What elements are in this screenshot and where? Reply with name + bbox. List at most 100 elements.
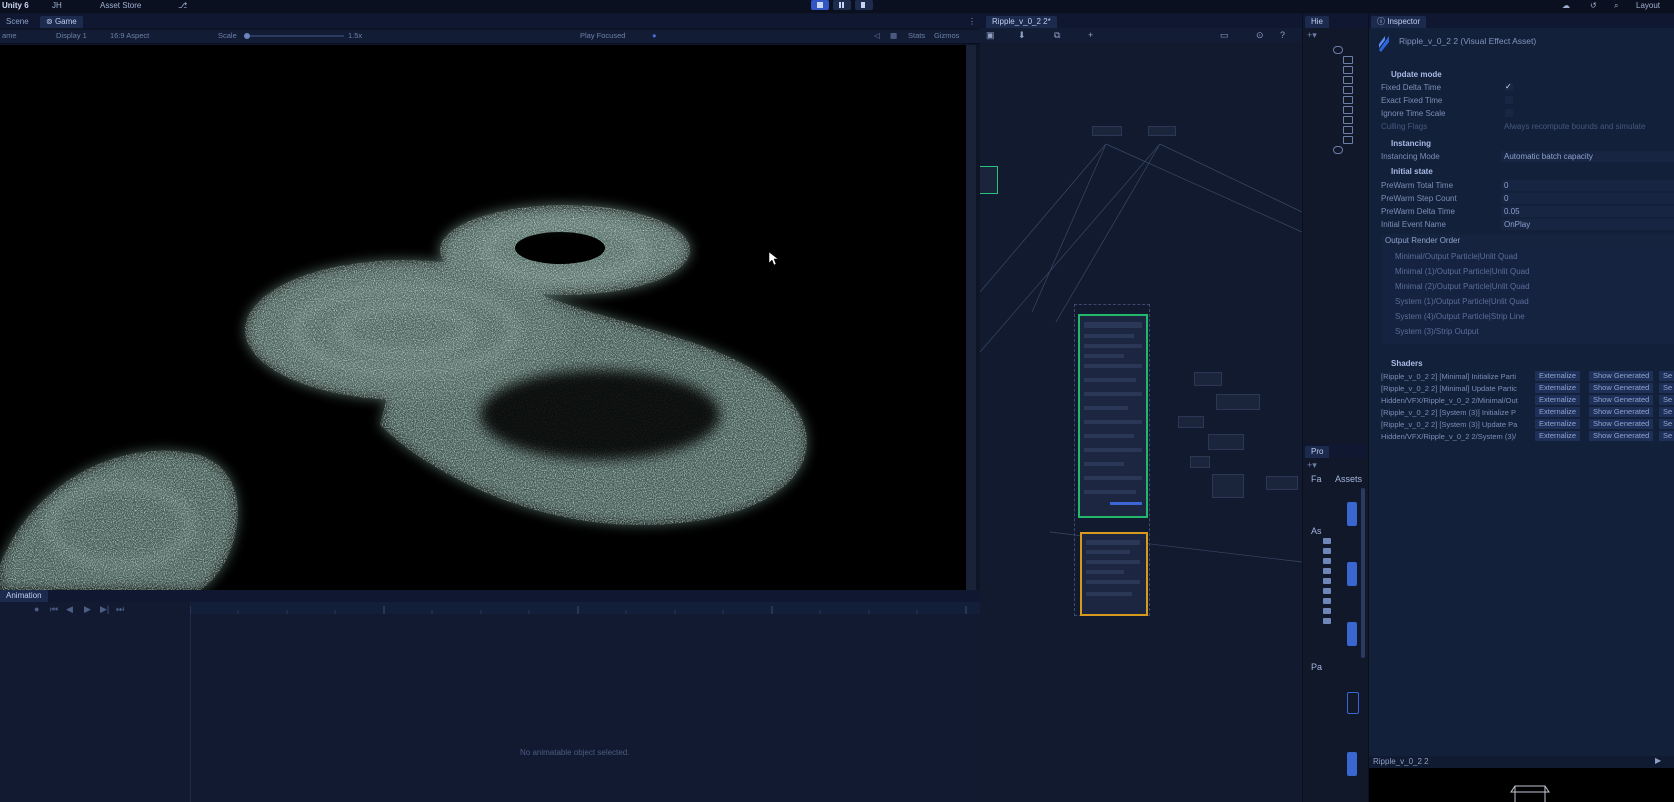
prev-key-button[interactable]: ◀ [66, 604, 73, 615]
gameobject-icon[interactable] [1343, 56, 1353, 64]
tab-vfx-graph[interactable]: Ripple_v_0_2 2* [986, 16, 1057, 28]
favorites-label[interactable]: Fa [1311, 474, 1322, 484]
folder-icon[interactable] [1323, 548, 1331, 554]
add-hierarchy-button[interactable]: +▾ [1307, 30, 1317, 41]
asset-store-dropdown[interactable]: Asset Store [100, 1, 141, 10]
play-focused-dropdown[interactable]: Play Focused [580, 31, 625, 40]
mode-dropdown[interactable]: ame [2, 31, 17, 40]
graph-node[interactable] [1266, 476, 1298, 490]
graph-node[interactable] [1190, 456, 1210, 468]
prewarm-step-count-field[interactable] [1501, 193, 1674, 204]
asset-thumbnail[interactable] [1347, 752, 1357, 776]
search-icon[interactable]: ⌕ [1614, 1, 1618, 11]
display-dropdown[interactable]: Display 1 [56, 31, 87, 40]
gameobject-icon[interactable] [1343, 116, 1353, 124]
select-button[interactable]: Se [1659, 407, 1674, 417]
graph-node[interactable] [1092, 126, 1122, 136]
tab-game[interactable]: ⊚ Game [40, 16, 83, 28]
asset-thumbnail[interactable] [1347, 622, 1357, 646]
graph-node[interactable] [980, 166, 998, 194]
link-icon[interactable]: ⧉ [1054, 30, 1060, 41]
account-dropdown[interactable]: JH [52, 1, 62, 10]
assets-folder-label[interactable]: As [1311, 526, 1322, 536]
preview-play-icon[interactable]: ▶ [1655, 756, 1661, 765]
stats-button[interactable]: Stats [908, 31, 925, 40]
select-button[interactable]: Se [1659, 371, 1674, 381]
pause-button[interactable] [833, 0, 851, 10]
fixed-delta-time-checkbox[interactable]: ✓ [1505, 83, 1513, 91]
show-generated-button[interactable]: Show Generated [1589, 407, 1654, 417]
mute-toggle-icon[interactable]: ● [652, 31, 657, 40]
next-key-button[interactable]: ▶| [100, 604, 109, 615]
gameobject-icon[interactable] [1343, 76, 1353, 84]
select-button[interactable]: Se [1659, 431, 1674, 441]
ignore-time-scale-checkbox[interactable] [1505, 109, 1513, 117]
externalize-button[interactable]: Externalize [1535, 371, 1581, 381]
exact-fixed-time-checkbox[interactable] [1505, 96, 1513, 104]
graph-node[interactable] [1208, 434, 1244, 450]
audio-icon[interactable]: ◁ [874, 31, 880, 40]
externalize-button[interactable]: Externalize [1535, 419, 1581, 429]
layout-dropdown[interactable]: Layout [1636, 1, 1660, 10]
tab-hierarchy[interactable]: Hie [1305, 16, 1330, 28]
asset-thumbnail[interactable] [1347, 562, 1357, 586]
show-generated-button[interactable]: Show Generated [1589, 395, 1654, 405]
last-key-button[interactable]: ⏭ [116, 604, 124, 615]
scene-icon[interactable] [1333, 46, 1343, 54]
asset-thumbnail[interactable] [1347, 502, 1357, 526]
history-icon[interactable]: ↺ [1590, 1, 1597, 10]
show-generated-button[interactable]: Show Generated [1589, 371, 1654, 381]
scene-icon[interactable] [1333, 146, 1343, 154]
externalize-button[interactable]: Externalize [1535, 383, 1581, 393]
unity-menu[interactable]: Unity 6 [2, 1, 29, 10]
show-generated-button[interactable]: Show Generated [1589, 431, 1654, 441]
tab-inspector[interactable]: ⓘ Inspector [1371, 16, 1427, 28]
folder-icon[interactable] [1323, 538, 1331, 544]
assets-breadcrumb[interactable]: Assets [1335, 474, 1362, 484]
prewarm-total-time-field[interactable] [1501, 180, 1674, 191]
graph-node[interactable] [1216, 394, 1260, 410]
tab-animation[interactable]: Animation [0, 590, 48, 602]
grid-icon[interactable]: ▦ [890, 31, 897, 40]
aspect-dropdown[interactable]: 16:9 Aspect [110, 31, 149, 40]
folder-icon[interactable] [1323, 558, 1331, 564]
vfx-graph-panel[interactable]: Ripple_v_0_2 2* ▣ ⬇ ⧉ + ▭ ⊙ ? [980, 14, 1302, 802]
record-button[interactable]: ● [34, 604, 39, 614]
folder-icon[interactable] [1323, 568, 1331, 574]
save-icon[interactable]: ▣ [986, 30, 995, 41]
blackboard-icon[interactable]: ▭ [1220, 30, 1229, 41]
output-order-item[interactable]: Minimal (1)/Output Particle|Unlit Quad [1395, 267, 1530, 276]
output-order-item[interactable]: Minimal (2)/Output Particle|Unlit Quad [1395, 282, 1530, 291]
help-icon[interactable]: ? [1280, 30, 1285, 40]
graph-node[interactable] [1194, 372, 1222, 386]
version-control-icon[interactable]: ⎇ [178, 1, 187, 10]
output-order-item[interactable]: System (3)/Strip Output [1395, 327, 1479, 336]
prewarm-delta-time-field[interactable] [1501, 206, 1674, 217]
gameobject-icon[interactable] [1343, 106, 1353, 114]
project-scrollbar[interactable] [1361, 488, 1365, 658]
tab-project[interactable]: Pro [1305, 446, 1330, 458]
step-button[interactable] [855, 0, 873, 10]
select-button[interactable]: Se [1659, 419, 1674, 429]
timeline-divider[interactable] [190, 614, 191, 802]
lock-icon[interactable]: ⊙ [1256, 30, 1264, 41]
folder-icon[interactable] [1323, 588, 1331, 594]
vfx-context-block[interactable] [1078, 314, 1148, 518]
gameobject-icon[interactable] [1343, 66, 1353, 74]
select-button[interactable]: Se [1659, 383, 1674, 393]
add-asset-button[interactable]: +▾ [1307, 460, 1317, 471]
output-order-item[interactable]: Minimal/Output Particle|Unlit Quad [1395, 252, 1518, 261]
graph-node[interactable] [1212, 474, 1244, 498]
gameobject-icon[interactable] [1343, 96, 1353, 104]
folder-icon[interactable] [1323, 578, 1331, 584]
select-button[interactable]: Se [1659, 395, 1674, 405]
scale-slider[interactable] [244, 35, 344, 37]
gameobject-icon[interactable] [1343, 126, 1353, 134]
culling-flags-dropdown[interactable]: Always recompute bounds and simulate [1504, 122, 1645, 131]
output-order-item[interactable]: System (4)/Output Particle|Strip Line [1395, 312, 1525, 321]
externalize-button[interactable]: Externalize [1535, 407, 1581, 417]
folder-icon[interactable] [1323, 608, 1331, 614]
add-node-icon[interactable]: + [1088, 30, 1093, 40]
show-generated-button[interactable]: Show Generated [1589, 383, 1654, 393]
viewport-scrollbar[interactable] [966, 45, 976, 590]
